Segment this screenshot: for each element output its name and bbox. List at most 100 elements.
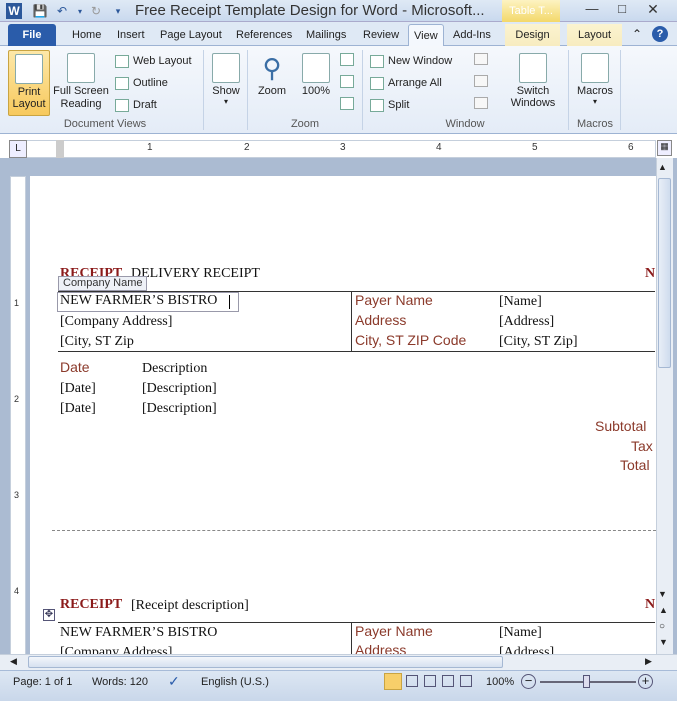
vertical-scroll-thumb[interactable] [658,178,671,368]
payer-address-value[interactable]: [Address] [499,314,554,330]
print-layout-view-icon[interactable] [384,673,402,690]
page-width-icon[interactable] [340,97,354,110]
split-button[interactable]: Split [370,96,409,114]
web-layout-view-icon[interactable] [424,675,436,687]
undo-icon[interactable]: ↶ [54,3,70,19]
payer-name-value[interactable]: [Name] [499,294,542,310]
tab-references[interactable]: References [231,24,297,46]
arrange-all-icon [370,76,384,90]
split-label: Split [388,99,410,111]
outline-view-icon[interactable] [442,675,454,687]
macros-button[interactable]: Macros ▾ [574,53,616,106]
scroll-left-icon[interactable]: ◀ [10,656,17,667]
print-layout-button[interactable]: Print Layout [8,50,50,116]
scroll-right-icon[interactable]: ▶ [645,656,652,667]
tab-insert[interactable]: Insert [112,24,150,46]
company-address[interactable]: [Company Address] [60,314,172,330]
draft-view-icon[interactable] [460,675,472,687]
full-screen-reading-button[interactable]: Full Screen Reading [52,53,110,111]
outline-button[interactable]: Outline [115,74,168,92]
tab-add-ins[interactable]: Add-Ins [448,24,496,46]
web-layout-button[interactable]: Web Layout [115,52,192,70]
next-page-icon[interactable]: ▼ [659,637,668,647]
indent-marker-icon[interactable] [56,140,64,158]
item-date[interactable]: [Date] [60,401,96,417]
tab-home[interactable]: Home [67,24,106,46]
customize-qat-icon[interactable]: ▾ [110,3,126,19]
page-count[interactable]: Page: 1 of 1 [13,676,72,688]
scroll-up-icon[interactable]: ▲ [658,162,667,172]
receipt-number-marker: N [645,266,656,281]
payer-name-value[interactable]: [Name] [499,625,542,641]
tab-mailings[interactable]: Mailings [301,24,351,46]
receipt-title: RECEIPT [60,597,123,612]
minimize-ribbon-icon[interactable]: ⌃ [632,27,642,41]
horizontal-ruler[interactable] [10,140,656,158]
content-control-tag[interactable]: Company Name [58,276,148,291]
ribbon-separator [568,50,569,130]
new-window-icon [370,54,384,68]
tab-file[interactable]: File [8,24,56,46]
reset-window-position-icon[interactable] [474,97,488,109]
horizontal-scroll-thumb[interactable] [28,656,503,668]
address-label: Address [355,642,407,654]
outline-icon [115,76,129,90]
view-side-by-side-icon[interactable] [474,53,488,65]
tab-layout[interactable]: Layout [567,24,622,46]
language[interactable]: English (U.S.) [201,676,269,688]
maximize-icon[interactable]: □ [605,0,639,20]
receipt-description[interactable]: DELIVERY RECEIPT [131,266,260,282]
show-button[interactable]: Show ▾ [208,53,244,106]
previous-page-icon[interactable]: ▲ [659,605,668,615]
full-screen-reading-view-icon[interactable] [406,675,418,687]
proofing-icon[interactable]: ✓ [168,673,180,690]
company-address[interactable]: [Company Address] [60,645,172,654]
zoom-button[interactable]: ⚲ Zoom [254,53,290,97]
draft-button[interactable]: Draft [115,96,157,114]
two-pages-icon[interactable] [340,75,354,88]
group-label-zoom: Zoom [290,118,320,130]
tab-selector-icon[interactable]: L [9,140,27,158]
select-browse-object-icon[interactable]: ○ [659,621,665,632]
item-description[interactable]: [Description] [142,381,217,397]
word-count[interactable]: Words: 120 [92,676,148,688]
vertical-ruler[interactable] [10,176,26,656]
print-layout-label: Print Layout [12,86,46,110]
payer-address-value[interactable]: [Address] [499,645,554,654]
synchronous-scrolling-icon[interactable] [474,75,488,87]
payer-city-value[interactable]: [City, ST Zip] [499,334,578,350]
company-name[interactable]: NEW FARMER’S BISTRO [60,625,217,641]
word-app-icon[interactable]: W [6,3,22,19]
document-page[interactable] [30,176,656,654]
help-icon[interactable]: ? [652,26,668,42]
scroll-down-icon[interactable]: ▼ [658,589,667,599]
vruler-number: 4 [14,586,20,596]
receipt-description[interactable]: [Receipt description] [131,598,249,614]
item-description[interactable]: [Description] [142,401,217,417]
item-date[interactable]: [Date] [60,381,96,397]
tab-review[interactable]: Review [358,24,404,46]
new-window-button[interactable]: New Window [370,52,452,70]
zoom-slider-thumb[interactable] [583,675,590,688]
tab-view[interactable]: View [408,24,444,46]
zoom-100-button[interactable]: 100% [298,53,334,97]
tab-page-layout[interactable]: Page Layout [155,24,227,46]
minimize-icon[interactable]: — [575,0,609,20]
view-ruler-icon[interactable]: ▦ [657,140,672,156]
zoom-level[interactable]: 100% [486,676,514,688]
company-city[interactable]: [City, ST Zip [60,334,134,350]
one-page-icon[interactable] [340,53,354,66]
web-layout-icon [115,54,129,68]
zoom-in-icon[interactable]: + [638,674,653,689]
tab-design[interactable]: Design [505,24,560,46]
group-label-document-views: Document Views [63,118,147,130]
redo-icon[interactable]: ↻ [88,3,104,19]
zoom-out-icon[interactable]: − [521,674,536,689]
close-icon[interactable]: ✕ [636,0,670,20]
arrange-all-button[interactable]: Arrange All [370,74,442,92]
table-move-handle-icon[interactable]: ✥ [43,609,55,621]
save-icon[interactable]: 💾 [32,3,48,19]
switch-windows-button[interactable]: Switch Windows [500,53,566,109]
company-name[interactable]: NEW FARMER’S BISTRO [60,293,217,309]
undo-dropdown-icon[interactable]: ▾ [72,3,88,19]
